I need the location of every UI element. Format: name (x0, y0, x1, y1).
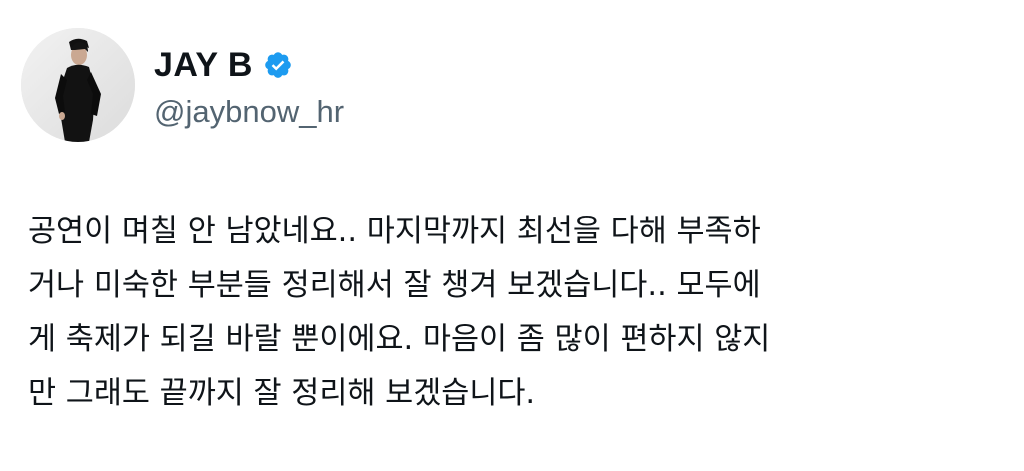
author-display-name[interactable]: JAY B (154, 45, 253, 85)
verified-badge-icon (263, 50, 293, 80)
tweet-text-line: 만 그래도 끝까지 잘 정리해 보겠습니다. (28, 376, 536, 411)
profile-photo-icon (21, 28, 135, 142)
author-handle[interactable]: @jaybnow_hr (154, 92, 344, 132)
tweet-card: JAY B @jaybnow_hr 공연이 며칠 안 남았네요.. 마지막까지 … (0, 0, 1024, 471)
tweet-text-line: 게 축제가 되길 바랄 뿐이에요. 마음이 좀 많이 편하지 않지 (28, 322, 771, 357)
tweet-text-line: 거나 미숙한 부분들 정리해서 잘 챙겨 보겠습니다.. 모두에 (28, 268, 761, 303)
author-name-row[interactable]: JAY B (154, 45, 293, 85)
avatar[interactable] (21, 28, 135, 142)
tweet-text: 공연이 며칠 안 남았네요.. 마지막까지 최선을 다해 부족하 거나 미숙한 … (28, 205, 1008, 421)
tweet-text-line: 공연이 며칠 안 남았네요.. 마지막까지 최선을 다해 부족하 (28, 214, 761, 249)
